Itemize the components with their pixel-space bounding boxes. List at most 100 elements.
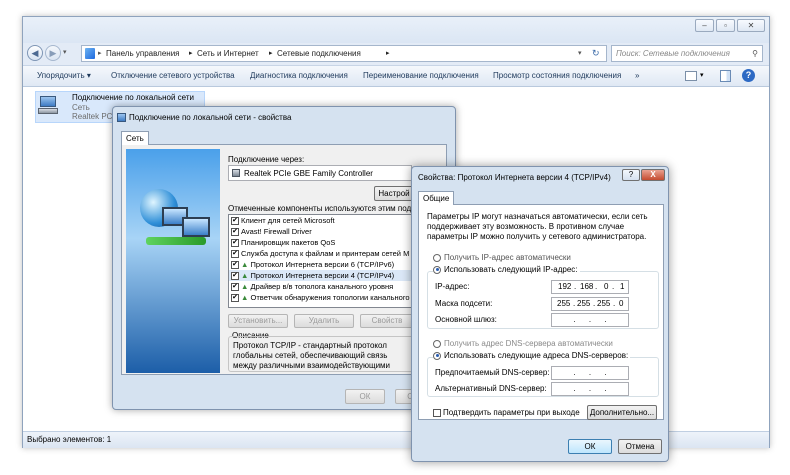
alternate-dns-label: Альтернативный DNS-сервер: [435,384,547,393]
tab-network[interactable]: Сеть [121,131,149,145]
more-commands-button[interactable]: » [635,71,639,80]
dialog-title: Подключение по локальной сети - свойства [129,113,292,122]
configure-button[interactable]: Настрой [374,186,414,201]
dialog-network-icon [117,113,126,122]
back-icon[interactable]: ◀ [27,45,43,61]
refresh-icon[interactable]: ↻ [592,46,600,61]
radio-button[interactable] [433,339,441,348]
subnet-mask-label: Маска подсети: [435,299,493,308]
address-dropdown-icon[interactable]: ▾ [578,46,582,61]
organize-menu[interactable]: Упорядочить ▾ [37,71,91,80]
minimize-button[interactable]: – [695,19,714,32]
component-item[interactable]: ✔ Avast! Firewall Driver [229,226,413,237]
address-bar-area: ◀ ▶ ▾ ▸ Панель управления ▸ Сеть и Интер… [23,43,769,65]
connect-using-label: Подключение через: [228,155,305,164]
manual-dns-radio[interactable]: Использовать следующие адреса DNS-сервер… [433,351,631,360]
checkbox[interactable]: ✔ [231,272,239,281]
checkbox[interactable]: ✔ [231,294,239,303]
diagnose-button[interactable]: Диагностика подключения [250,71,348,80]
forward-icon[interactable]: ▶ [45,45,61,61]
ip-address-label: IP-адрес: [435,282,470,291]
radio-button[interactable] [433,253,441,262]
advanced-button[interactable]: Дополнительно... [587,405,657,420]
help-icon[interactable]: ? [742,69,755,82]
radio-button[interactable] [433,265,441,274]
search-input[interactable]: Поиск: Сетевые подключения ⚲ [611,45,763,62]
maximize-button[interactable]: ▫ [716,19,735,32]
auto-ip-radio[interactable]: Получить IP-адрес автоматически [433,253,571,262]
connection-properties-dialog: Подключение по локальной сети - свойства… [112,106,456,410]
components-list[interactable]: ✔ Клиент для сетей Microsoft ✔ Avast! Fire… [228,214,414,308]
props-ok-button[interactable]: ОК [345,389,385,404]
connection-name: Подключение по локальной сети [72,93,194,102]
network-cable-icon [146,237,206,245]
address-bar[interactable]: ▸ Панель управления ▸ Сеть и Интернет ▸ … [81,45,607,62]
validate-checkbox[interactable]: Подтвердить параметры при выходе [433,408,580,417]
gateway-field[interactable]: . . . [551,313,629,327]
crumb-network-connections[interactable]: Сетевые подключения [277,46,361,61]
command-bar: Упорядочить ▾ Отключение сетевого устрой… [23,65,769,87]
view-status-button[interactable]: Просмотр состояния подключения [493,71,621,80]
manual-ip-radio[interactable]: Использовать следующий IP-адрес: [433,265,580,274]
preferred-dns-label: Предпочитаемый DNS-сервер: [435,368,550,377]
component-item[interactable]: ✔ ▲ Ответчик обнаружения топологии каналь… [229,292,413,303]
network-adapter-icon [38,94,60,118]
search-icon[interactable]: ⚲ [752,46,758,61]
crumb-sep-icon: ▸ [189,50,193,57]
install-button[interactable]: Установить... [228,314,288,328]
connection-network: Сеть [72,103,90,112]
checkbox[interactable]: ✔ [231,239,239,248]
crumb-network-internet[interactable]: Сеть и Интернет [197,46,259,61]
close-button[interactable]: X [641,169,665,181]
rename-button[interactable]: Переименование подключения [363,71,479,80]
gateway-label: Основной шлюз: [435,315,497,324]
auto-dns-radio[interactable]: Получить адрес DNS-сервера автоматически [433,339,613,348]
tab-general[interactable]: Общие [418,191,455,205]
network-banner-image [126,149,220,373]
component-item[interactable]: ✔ ▲ Протокол Интернета версии 6 (TCP/IPv6… [229,259,413,270]
adapter-icon [232,169,240,177]
component-item[interactable]: ✔ Служба доступа к файлам и принтерам сет… [229,248,413,259]
view-dropdown-icon[interactable]: ▾ [700,71,704,79]
explorer-titlebar: – ▫ ✕ [23,17,769,43]
crumb-sep-icon: ▸ [98,50,102,57]
subnet-mask-field[interactable]: 255 . 255 . 255 . 0 [551,297,629,311]
ipv4-dialog-title: Свойства: Протокол Интернета версии 4 (T… [418,173,611,182]
network-tab-panel: Подключение через: Realtek PCIe GBE Fami… [121,144,447,375]
checkbox[interactable]: ✔ [231,228,239,237]
crumb-control-panel[interactable]: Панель управления [106,46,180,61]
radio-button[interactable] [433,351,441,360]
component-item[interactable]: ✔ Клиент для сетей Microsoft [229,215,413,226]
component-item[interactable]: ✔ Планировщик пакетов QoS [229,237,413,248]
close-button[interactable]: ✕ [737,19,765,32]
component-item-selected[interactable]: ✔ ▲ Протокол Интернета версии 4 (TCP/IPv4… [229,270,413,281]
crumb-sep-icon: ▸ [386,50,390,57]
properties-button[interactable]: Свойств [360,314,414,328]
component-item[interactable]: ✔ ▲ Драйвер в/в тополога канального уровн… [229,281,413,292]
checkbox[interactable]: ✔ [231,283,239,292]
monitor-icon [182,217,210,237]
alternate-dns-field[interactable]: . . . [551,382,629,396]
disable-device-button[interactable]: Отключение сетевого устройства [111,71,235,80]
adapter-field: Realtek PCIe GBE Family Controller [228,165,412,181]
general-tab-panel: Параметры IP могут назначаться автоматич… [418,204,664,420]
checkbox[interactable] [433,408,441,417]
help-button[interactable]: ? [622,169,640,181]
ipv4-properties-dialog: Свойства: Протокол Интернета версии 4 (T… [411,166,669,462]
ip-address-field[interactable]: 192 . 168 . 0 . 1 [551,280,629,294]
checkbox[interactable]: ✔ [231,250,239,259]
history-dropdown-icon[interactable]: ▾ [63,48,67,56]
checkbox[interactable]: ✔ [231,217,239,226]
crumb-sep-icon: ▸ [269,50,273,57]
control-panel-icon [85,48,95,59]
preferred-dns-field[interactable]: . . . [551,366,629,380]
view-options-icon[interactable] [685,71,697,81]
ok-button[interactable]: ОК [568,439,612,454]
adapter-name: Realtek PCIe GBE Family Controller [244,169,373,178]
remove-button[interactable]: Удалить [294,314,354,328]
cancel-button[interactable]: Отмена [618,439,662,454]
checkbox[interactable]: ✔ [231,261,239,270]
description-text: Протокол TCP/IP - стандартный протокол г… [233,341,391,373]
description-group: Протокол TCP/IP - стандартный протокол г… [228,336,414,373]
preview-pane-icon[interactable] [720,70,731,82]
